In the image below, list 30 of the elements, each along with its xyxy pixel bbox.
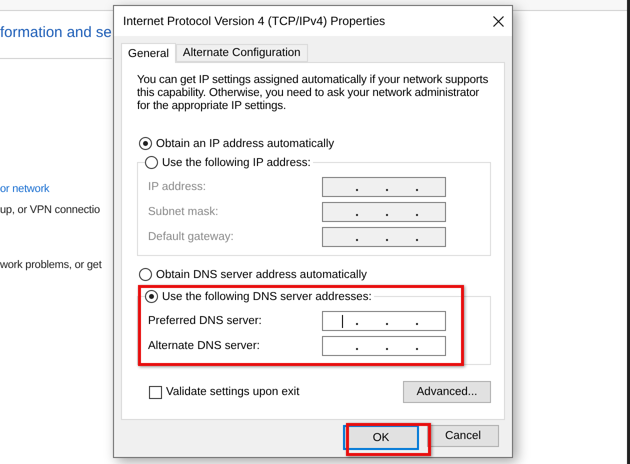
checkbox-option[interactable]: Validate settings upon exit bbox=[149, 386, 300, 398]
radio-option[interactable]: Use the following IP address: bbox=[145, 156, 311, 169]
description-text: work problems, or get bbox=[0, 258, 103, 273]
radio-button[interactable] bbox=[145, 290, 158, 303]
description-text: for the appropriate IP settings. bbox=[137, 100, 288, 113]
checkbox[interactable] bbox=[149, 386, 162, 398]
ok-button[interactable]: OK bbox=[343, 425, 419, 450]
field-label: Default gateway: bbox=[148, 231, 234, 243]
radio-option[interactable]: Obtain DNS server address automatically bbox=[139, 268, 491, 281]
description-text: this capability. Otherwise, you need to ask your network administrator bbox=[137, 87, 480, 100]
ip-address-field[interactable] bbox=[322, 336, 446, 356]
page-heading: formation and se bbox=[0, 23, 112, 43]
field-label: Preferred DNS server: bbox=[148, 315, 262, 327]
field-label: IP address: bbox=[148, 181, 206, 193]
radio-button[interactable] bbox=[145, 156, 158, 169]
radio-button[interactable] bbox=[139, 137, 152, 150]
ip-address-field[interactable] bbox=[322, 311, 446, 331]
tab[interactable]: Alternate Configuration bbox=[176, 44, 308, 62]
tab[interactable]: General bbox=[121, 43, 176, 63]
radio-button[interactable] bbox=[139, 268, 152, 281]
field-label: Subnet mask: bbox=[148, 206, 218, 218]
close-icon[interactable] bbox=[493, 16, 504, 26]
field-label: Alternate DNS server: bbox=[148, 340, 260, 352]
radio-option[interactable]: Use the following DNS server addresses: bbox=[145, 290, 372, 303]
window-title: Internet Protocol Version 4 (TCP/IPv4) Properties bbox=[123, 14, 386, 28]
settings-link[interactable]: or network bbox=[0, 181, 112, 202]
description-text: up, or VPN connectio bbox=[0, 203, 101, 218]
advanced-button[interactable]: Advanced... bbox=[403, 381, 491, 403]
radio-option[interactable]: Obtain an IP address automatically bbox=[139, 137, 491, 150]
description-text: You can get IP settings assigned automatically if your network supports bbox=[137, 74, 490, 87]
